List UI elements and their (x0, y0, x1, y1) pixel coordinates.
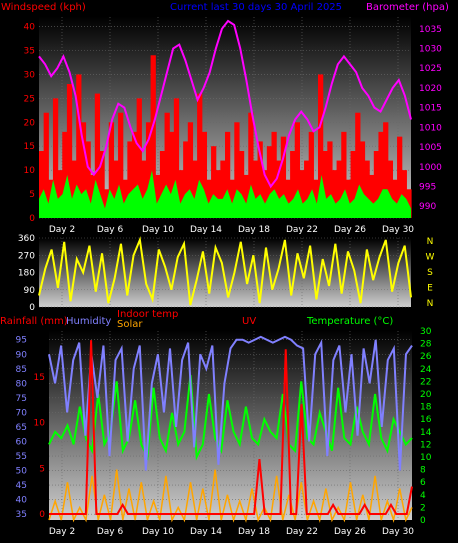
legend-rainfall: Rainfall (mm) (0, 316, 68, 327)
barometer-tick-label: 1025 (419, 64, 442, 74)
direction-axis-ticks: 0 90 180 270 360 (18, 234, 35, 313)
x-tick-label: Day 2 (49, 527, 75, 537)
windspeed-axis-ticks: 0 5 10 15 20 25 30 35 40 (24, 23, 36, 224)
rainfall-axis-ticks: 0 5 10 15 (34, 373, 46, 520)
barometer-tick-label: 1005 (419, 143, 442, 153)
x-tick-label: Day 14 (190, 225, 222, 235)
barometer-tick-label: 1000 (419, 163, 442, 173)
temperature-tick-label: 16 (420, 415, 432, 425)
humidity-tick-label: 55 (16, 452, 27, 462)
temperature-tick-label: 12 (420, 440, 431, 450)
barometer-tick-label: 995 (419, 182, 436, 192)
humidity-tick-label: 90 (16, 350, 28, 360)
direction-tick-label: 90 (24, 286, 36, 296)
x-tick-label: Day 6 (97, 225, 124, 235)
humidity-tick-label: 70 (16, 408, 28, 418)
compass-label: N (427, 237, 434, 247)
humidity-tick-label: 75 (16, 394, 27, 404)
legend-temperature: Temperature (°C) (306, 316, 393, 327)
temperature-tick-label: 18 (420, 403, 432, 413)
x-tick-label: Day 10 (142, 527, 174, 537)
barometer-tick-label: 1035 (419, 25, 442, 35)
x-tick-label: Day 26 (334, 527, 366, 537)
windspeed-tick-label: 35 (24, 47, 35, 57)
barometer-tick-label: 1020 (419, 84, 442, 94)
x-tick-label: Day 22 (286, 527, 318, 537)
legend-solar: Solar (117, 319, 143, 330)
temperature-tick-label: 8 (420, 466, 426, 476)
x-tick-label: Day 22 (286, 225, 318, 235)
x-tick-label: Day 26 (334, 225, 366, 235)
rainfall-tick-label: 5 (39, 464, 45, 474)
temperature-tick-label: 0 (420, 516, 426, 526)
direction-tick-label: 180 (18, 269, 35, 279)
x-tick-label: Day 30 (382, 527, 414, 537)
weather-charts: 0510152025303540 99099510001005101010151… (0, 2, 449, 537)
humidity-tick-label: 60 (16, 437, 28, 447)
weather-x-ticks: Day 2 Day 6 Day 10 Day 14 Day 18 Day 22 Day 26… (49, 527, 414, 537)
temperature-tick-label: 30 (420, 327, 432, 337)
temperature-tick-label: 22 (420, 377, 431, 387)
temperature-tick-label: 26 (420, 352, 432, 362)
barometer-axis-ticks: 990 995 1000 1005 1010 1015 1020 1025 1030 1035 (419, 25, 442, 212)
temperature-tick-label: 4 (420, 491, 426, 501)
compass-label: S (427, 268, 433, 278)
temperature-tick-label: 24 (420, 365, 432, 375)
humidity-tick-label: 35 (16, 510, 27, 520)
temperature-axis-ticks: 024681012141618202224262830 (420, 327, 432, 526)
temperature-tick-label: 20 (420, 390, 432, 400)
compass-label: N (427, 299, 434, 309)
humidity-tick-label: 40 (16, 496, 28, 506)
windspeed-tick-label: 25 (24, 94, 35, 104)
x-tick-label: Day 30 (382, 225, 414, 235)
humidity-tick-label: 65 (16, 423, 27, 433)
windspeed-tick-label: 30 (24, 70, 36, 80)
x-tick-label: Day 14 (190, 527, 222, 537)
direction-tick-label: 360 (18, 234, 35, 244)
x-tick-label: Day 18 (238, 225, 270, 235)
humidity-tick-label: 95 (16, 336, 27, 346)
barometer-axis-label: Barometer (hpa) (366, 2, 449, 13)
windspeed-tick-label: 5 (29, 190, 35, 200)
compass-label: W (426, 253, 435, 263)
humidity-axis-ticks: 35 40 45 50 55 60 65 70 75 80 85 90 95 (16, 336, 28, 520)
humidity-tick-label: 50 (16, 467, 28, 477)
compass-labels: NWSEN (426, 237, 435, 309)
x-tick-label: Day 6 (97, 527, 124, 537)
humidity-tick-label: 80 (16, 379, 28, 389)
x-tick-label: Day 2 (49, 225, 75, 235)
wind-baro-x-ticks: Day 2 Day 6 Day 10 Day 14 Day 18 Day 22 Day 26… (49, 225, 414, 235)
legend-uv: UV (242, 316, 256, 327)
rainfall-tick-label: 10 (34, 419, 46, 429)
temperature-tick-label: 10 (420, 453, 432, 463)
barometer-tick-label: 1010 (419, 123, 442, 133)
barometer-tick-label: 990 (419, 202, 436, 212)
x-tick-label: Day 10 (142, 225, 174, 235)
humidity-tick-label: 85 (16, 365, 27, 375)
windspeed-tick-label: 15 (24, 142, 35, 152)
direction-tick-label: 270 (18, 251, 35, 261)
x-tick-label: Day 18 (238, 527, 270, 537)
humidity-tick-label: 45 (16, 481, 27, 491)
rainfall-tick-label: 0 (39, 510, 45, 520)
rainfall-tick-label: 15 (34, 373, 45, 383)
legend-humidity: Humidity (66, 316, 111, 327)
windspeed-tick-label: 0 (29, 214, 35, 224)
direction-tick-label: 0 (29, 303, 35, 313)
windspeed-tick-label: 10 (24, 166, 36, 176)
temperature-tick-label: 6 (420, 478, 426, 488)
temperature-tick-label: 14 (420, 428, 432, 438)
barometer-tick-label: 1015 (419, 104, 442, 114)
windspeed-axis-label: Windspeed (kph) (1, 2, 86, 13)
barometer-tick-label: 1030 (419, 45, 442, 55)
windspeed-tick-label: 40 (24, 23, 36, 33)
temperature-tick-label: 28 (420, 340, 432, 350)
compass-label: E (427, 284, 433, 294)
temperature-tick-label: 2 (420, 503, 426, 513)
windspeed-tick-label: 20 (24, 118, 36, 128)
chart-title: Current last 30 days 30 April 2025 (170, 2, 342, 13)
